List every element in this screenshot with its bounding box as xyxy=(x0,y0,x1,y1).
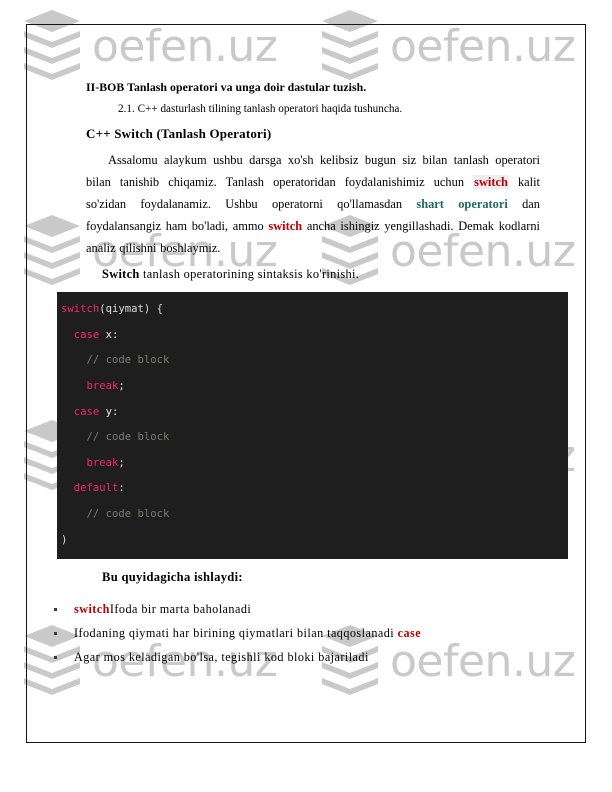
code-token: ) xyxy=(61,533,68,546)
code-line: break; xyxy=(57,451,568,477)
code-token: ; xyxy=(118,379,125,392)
code-line: default: xyxy=(57,476,568,502)
code-token: ; xyxy=(118,456,125,469)
list-item-text: Ifoda bir marta baholanadi xyxy=(109,602,252,617)
howto-list: switchIfoda bir marta baholanadi Ifodanin… xyxy=(0,598,612,669)
code-token: default xyxy=(73,482,119,495)
syntax-rest-text: tanlash operatorining sintaksis ko'rinis… xyxy=(139,267,360,282)
list-item-keyword: switch xyxy=(74,602,110,617)
page-title: II-BOB Tanlash operatori va unga doir da… xyxy=(86,80,367,94)
code-token: switch xyxy=(61,303,100,316)
list-item: Agar mos keladigan bo'lsa, tegishli kod … xyxy=(52,646,612,670)
inline-keyword-shart-operatori: shart operatori xyxy=(416,197,508,211)
inline-keyword-switch-1: switch xyxy=(473,174,509,189)
code-token: // code block xyxy=(86,431,170,444)
code-line: // code block xyxy=(57,348,568,374)
list-item-keyword: case xyxy=(397,626,422,641)
code-line: case x: xyxy=(57,323,568,349)
code-token: break xyxy=(86,379,119,392)
code-token: // code block xyxy=(86,354,170,367)
inline-keyword-switch-2: switch xyxy=(268,219,303,234)
code-line: switch(qiymat) { xyxy=(57,297,568,323)
code-token: // code block xyxy=(86,508,170,521)
document-content: II-BOB Tanlash operatori va unga doir da… xyxy=(0,0,612,670)
code-token: : xyxy=(112,328,119,341)
code-line: break; xyxy=(57,374,568,400)
code-token: break xyxy=(86,456,119,469)
code-line: // code block xyxy=(57,502,568,528)
list-item-text: Agar mos keladigan bo'lsa, tegishli kod … xyxy=(74,649,369,664)
syntax-bold-word: Switch xyxy=(102,267,140,282)
document-subtitle: 2.1. C++ dasturlash tilining tanlash ope… xyxy=(118,103,403,116)
list-item-text: Ifodaning qiymati har birining qiymatlar… xyxy=(74,626,398,641)
code-block: switch(qiymat) { case x: // code block b… xyxy=(57,292,568,560)
howto-heading: Bu quyidagicha ishlaydi: xyxy=(102,570,243,585)
code-token: (qiymat) { xyxy=(99,303,164,316)
intro-paragraph: Assalomu alaykum ushbu darsga xo'sh keli… xyxy=(86,149,540,259)
list-item: Ifodaning qiymati har birining qiymatlar… xyxy=(52,622,612,646)
section-heading: C++ Switch (Tanlash Operatori) xyxy=(86,125,272,141)
code-token: case xyxy=(73,328,106,341)
code-token: : xyxy=(118,482,125,495)
para-segment-1: Assalomu alaykum ushbu darsga xo'sh keli… xyxy=(86,152,540,189)
code-line: case y: xyxy=(57,400,568,426)
code-line: // code block xyxy=(57,425,568,451)
code-line: ) xyxy=(57,528,568,554)
list-item: switchIfoda bir marta baholanadi xyxy=(52,598,612,622)
code-token: : xyxy=(112,405,119,418)
syntax-intro-line: Switch tanlash operatorining sintaksis k… xyxy=(86,265,540,285)
code-token: case xyxy=(73,405,106,418)
